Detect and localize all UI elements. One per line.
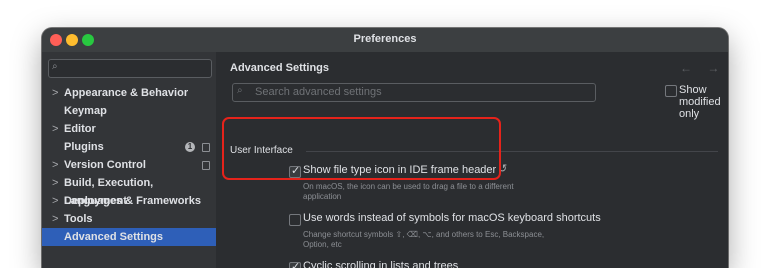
sidebar-item-label: Appearance & Behavior	[64, 87, 189, 99]
option-description: Change shortcut symbols ⇧, ⌫, ⌥, and oth…	[303, 230, 545, 239]
project-level-icon	[202, 161, 210, 170]
search-icon: ⌕	[52, 61, 58, 72]
option-description: Option, etc	[303, 240, 342, 249]
sidebar-item-label: Version Control	[64, 159, 146, 171]
chevron-right-icon: >	[52, 213, 59, 225]
sidebar-item-label: Keymap	[64, 105, 107, 117]
sidebar-item-build-execution-deployment[interactable]: > Build, Execution, Deployment	[42, 174, 216, 207]
update-count-badge: 1	[185, 142, 195, 152]
show-modified-only-checkbox[interactable]	[665, 85, 677, 97]
checkmark-icon: ✓	[291, 261, 301, 268]
highlight-annotation-box	[222, 117, 501, 180]
sidebar-item-keymap[interactable]: Keymap	[42, 102, 216, 120]
sidebar-item-editor[interactable]: > Editor	[42, 120, 216, 138]
sidebar-item-label: Plugins	[64, 141, 104, 153]
chevron-right-icon: >	[52, 177, 59, 189]
window-title: Preferences	[353, 33, 417, 45]
sidebar-item-version-control[interactable]: > Version Control	[42, 156, 216, 174]
sidebar-item-label: Advanced Settings	[64, 231, 164, 243]
use-words-instead-of-symbols-checkbox[interactable]	[289, 214, 301, 226]
sidebar: ⌕ > Appearance & Behavior Keymap > Edito…	[42, 52, 216, 268]
sidebar-item-languages-frameworks[interactable]: > Languages & Frameworks	[42, 192, 216, 210]
sidebar-item-label: Tools	[64, 213, 93, 225]
page-title: Advanced Settings	[230, 62, 330, 74]
show-modified-only-label[interactable]: Show modified only	[679, 84, 728, 120]
option-label[interactable]: Use words instead of symbols for macOS k…	[303, 212, 601, 224]
chevron-right-icon: >	[52, 123, 59, 135]
sidebar-search-input[interactable]: ⌕	[48, 59, 212, 78]
chevron-right-icon: >	[52, 195, 59, 207]
option-description: On macOS, the icon can be used to drag a…	[303, 182, 514, 191]
option-label[interactable]: Cyclic scrolling in lists and trees	[303, 260, 458, 268]
search-icon: ⌕	[237, 85, 243, 96]
title-bar: Preferences	[42, 28, 728, 52]
advanced-settings-search-input[interactable]: ⌕ Search advanced settings	[232, 83, 596, 102]
chevron-right-icon: >	[52, 159, 59, 171]
sidebar-item-label: Languages & Frameworks	[64, 195, 201, 207]
sidebar-item-label: Editor	[64, 123, 96, 135]
sidebar-item-appearance-behavior[interactable]: > Appearance & Behavior	[42, 84, 216, 102]
search-placeholder: Search advanced settings	[255, 86, 382, 98]
sidebar-item-tools[interactable]: > Tools	[42, 210, 216, 228]
cyclic-scrolling-checkbox[interactable]: ✓	[289, 261, 301, 268]
sidebar-item-plugins[interactable]: Plugins 1	[42, 138, 216, 156]
option-description: application	[303, 192, 342, 201]
chevron-right-icon: >	[52, 87, 59, 99]
project-level-icon	[202, 143, 210, 152]
sidebar-item-advanced-settings[interactable]: Advanced Settings	[42, 228, 216, 246]
back-forward-arrows[interactable]: ← →	[680, 61, 725, 75]
